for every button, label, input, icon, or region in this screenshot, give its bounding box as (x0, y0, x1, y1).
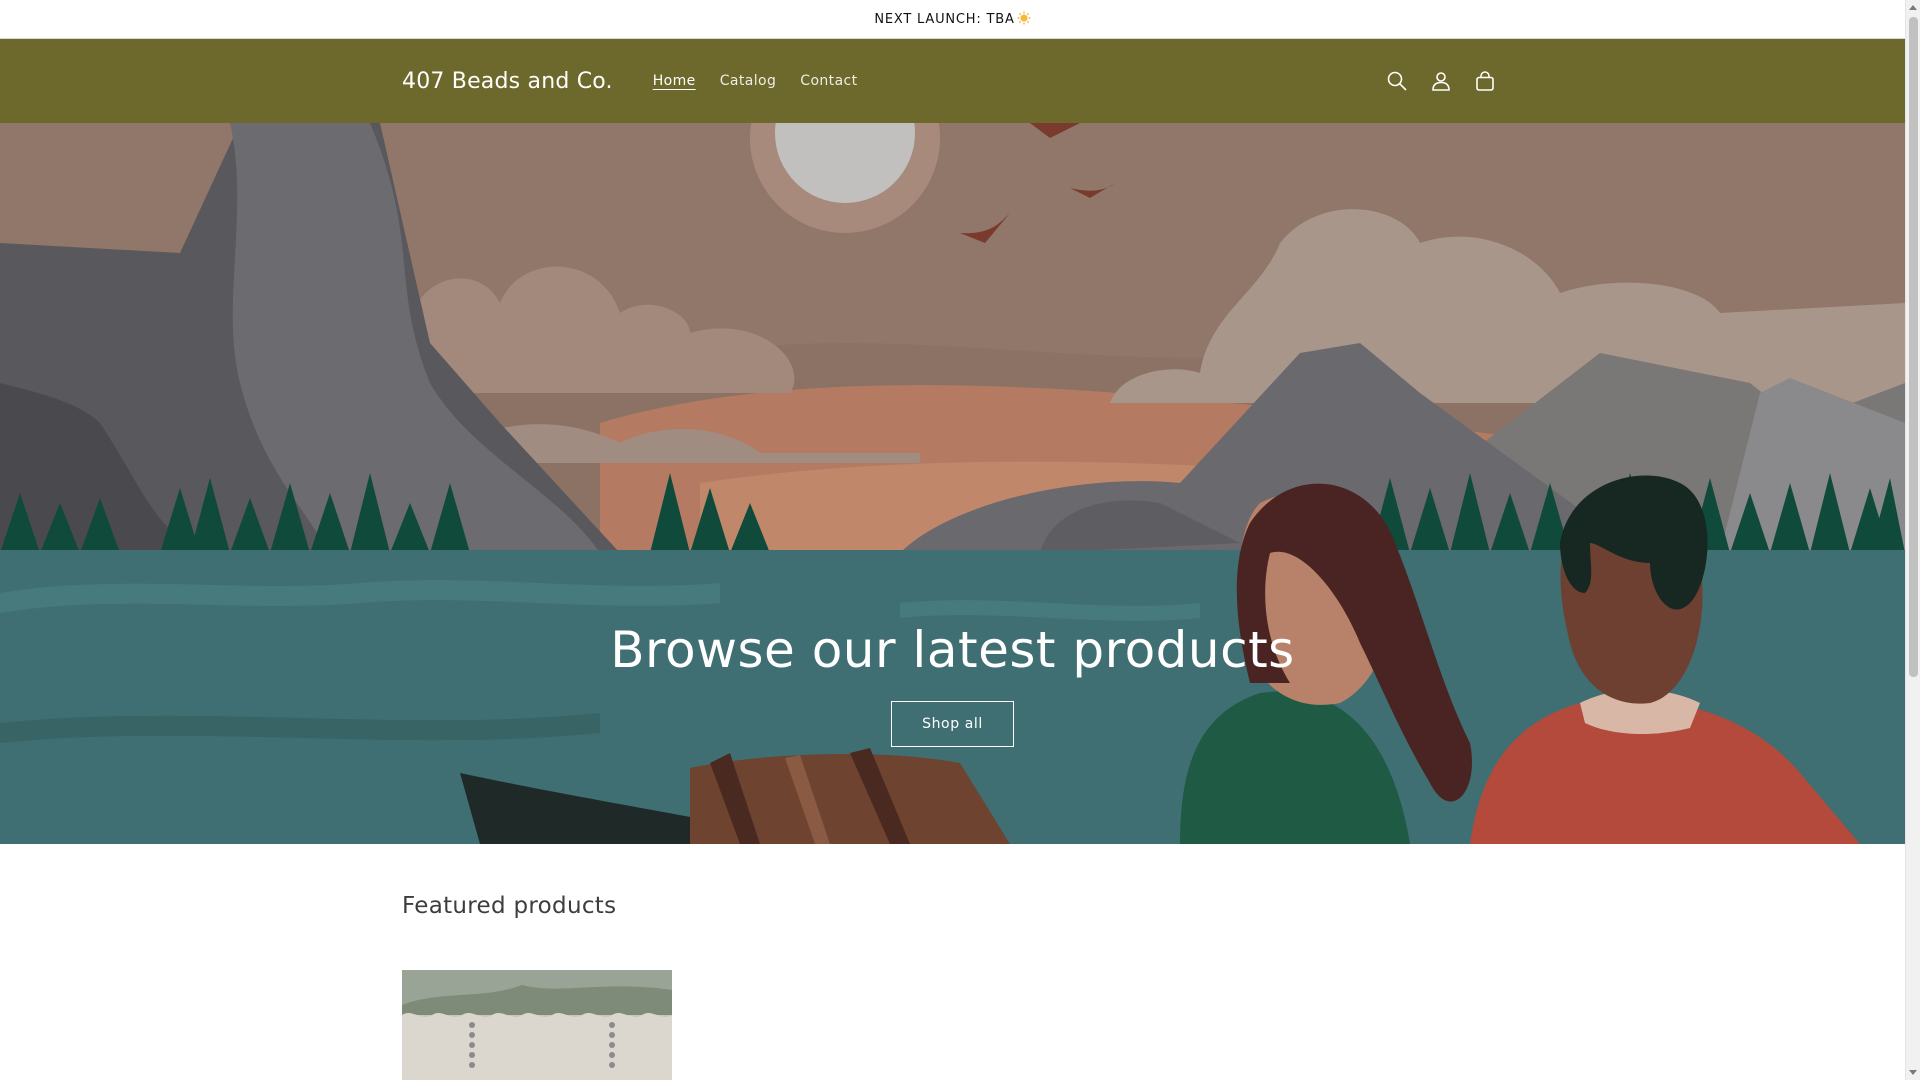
nav-contact[interactable]: Contact (788, 65, 869, 97)
store-logo[interactable]: 407 Beads and Co. (402, 69, 613, 94)
search-button[interactable] (1379, 59, 1415, 103)
sun-icon (1017, 11, 1031, 25)
page-scrollbar[interactable] (1905, 0, 1920, 1080)
featured-section: Featured products (402, 893, 616, 919)
hero-banner: Browse our latest products Shop all (0, 123, 1905, 844)
product-card-image[interactable] (402, 970, 672, 1080)
account-button[interactable] (1423, 59, 1459, 103)
site-header: 407 Beads and Co. Home Catalog Contact (0, 39, 1905, 123)
hero-title: Browse our latest products (610, 621, 1295, 679)
account-icon (1432, 72, 1450, 91)
announcement-bar: NEXT LAUNCH: TBA (0, 0, 1905, 39)
featured-title: Featured products (402, 893, 617, 919)
hero-content: Browse our latest products Shop all (0, 621, 1905, 747)
nav-catalog[interactable]: Catalog (708, 65, 789, 97)
nav-home[interactable]: Home (641, 65, 708, 97)
page: NEXT LAUNCH: TBA 407 Beads and Co. Home … (0, 0, 1905, 1080)
header-icons (1379, 59, 1503, 103)
main-nav: Home Catalog Contact (641, 65, 870, 97)
cart-button[interactable] (1467, 59, 1503, 103)
scroll-down-arrow-icon[interactable] (1909, 1070, 1917, 1075)
shop-all-button[interactable]: Shop all (891, 701, 1014, 747)
cart-icon (1476, 71, 1494, 91)
search-icon (1387, 71, 1407, 91)
scrollbar-thumb[interactable] (1909, 17, 1918, 677)
product-image (402, 970, 672, 1080)
announcement-text: NEXT LAUNCH: TBA (874, 11, 1031, 27)
scroll-up-arrow-icon[interactable] (1909, 5, 1917, 10)
